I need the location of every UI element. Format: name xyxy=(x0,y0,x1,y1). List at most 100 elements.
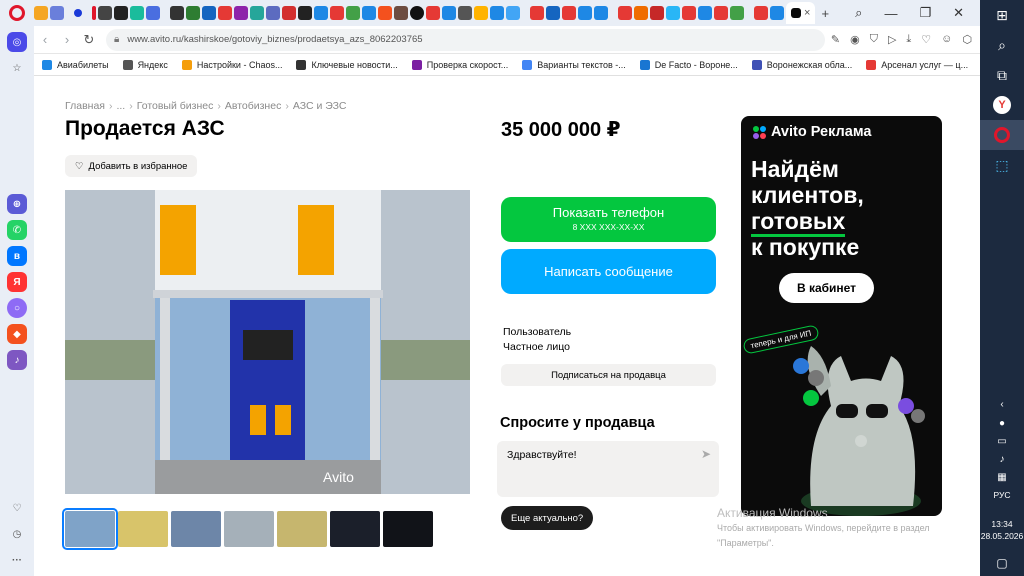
shield-icon[interactable]: ⛉ xyxy=(870,33,878,46)
tab-icon[interactable] xyxy=(578,6,592,20)
tab-icon[interactable] xyxy=(730,6,744,20)
tab-icon[interactable] xyxy=(234,6,248,20)
tab-icon[interactable] xyxy=(650,6,664,20)
tab-icon[interactable] xyxy=(474,6,488,20)
close-button[interactable]: ✕ xyxy=(953,5,964,21)
extensions-icon[interactable]: ⬡ xyxy=(962,33,972,46)
snipping-tool-icon[interactable]: ⬚ xyxy=(980,150,1024,180)
tab-icon[interactable] xyxy=(98,6,112,20)
tab-icon[interactable] xyxy=(458,6,472,20)
bookmark-item[interactable]: Арсенал услуг — ц... xyxy=(866,59,968,70)
display-icon[interactable]: ▭ xyxy=(980,432,1024,450)
bookmark-item[interactable]: Настройки - Chaos... xyxy=(181,59,282,70)
thumbnail[interactable] xyxy=(62,508,118,550)
ask-message-input[interactable]: Здравствуйте! ➤ xyxy=(497,441,719,497)
tab-icon[interactable] xyxy=(114,6,128,20)
close-tab-icon[interactable]: × xyxy=(804,7,810,19)
alice-icon[interactable]: ○ xyxy=(7,298,27,318)
seller-name[interactable]: Пользователь xyxy=(503,325,571,340)
volume-icon[interactable]: ♪ xyxy=(980,450,1024,468)
quick-reply-button[interactable]: Еще актуально? xyxy=(501,506,594,530)
bookmark-item[interactable]: Ключевые новости... xyxy=(296,59,398,70)
tab-icon[interactable] xyxy=(634,6,648,20)
tray-app-icon[interactable]: ● xyxy=(980,414,1024,432)
bookmark-item[interactable]: De Facto - Вороне... xyxy=(639,59,738,70)
tab-icon[interactable] xyxy=(530,6,544,20)
breadcrumb-ellipsis[interactable]: ... xyxy=(116,100,125,112)
opera-taskbar-icon[interactable] xyxy=(980,120,1024,150)
active-tab[interactable]: × xyxy=(786,2,816,24)
camera-icon[interactable]: ◉ xyxy=(850,33,860,46)
network-icon[interactable]: ▦ xyxy=(980,468,1024,486)
tab-icon[interactable] xyxy=(266,6,280,20)
thumbnail[interactable] xyxy=(277,511,327,547)
tab-icon[interactable] xyxy=(394,6,408,20)
breadcrumb-ready-business[interactable]: Готовый бизнес xyxy=(137,100,214,112)
tab-icon[interactable] xyxy=(346,6,360,20)
app-icon[interactable]: ◆ xyxy=(7,324,27,344)
new-tab-button[interactable]: + xyxy=(821,6,829,21)
bookmark-item[interactable]: Авиабилеты xyxy=(42,59,109,70)
restore-button[interactable]: ❐ xyxy=(919,5,931,21)
tab-icon[interactable] xyxy=(202,6,216,20)
speed-dial-icon[interactable]: ☆ xyxy=(7,58,27,78)
tray-expand-icon[interactable]: ‹ xyxy=(980,394,1024,414)
aria-icon[interactable]: ⊕ xyxy=(7,194,27,214)
tab-icon[interactable] xyxy=(218,6,232,20)
whatsapp-icon[interactable]: ✆ xyxy=(7,220,27,240)
tab-icon[interactable] xyxy=(298,6,312,20)
tab-icon[interactable] xyxy=(34,6,48,20)
tab-icon[interactable] xyxy=(314,6,328,20)
send-icon[interactable]: ▷ xyxy=(888,33,896,46)
bookmark-item[interactable]: Варианты текстов -... xyxy=(522,59,626,70)
thumbnail[interactable] xyxy=(171,511,221,547)
tab-icon[interactable] xyxy=(330,6,344,20)
tab-icon[interactable] xyxy=(186,6,200,20)
reload-icon[interactable]: ↻ xyxy=(78,32,100,48)
thumbnail[interactable] xyxy=(118,511,168,547)
notifications-icon[interactable]: ▢ xyxy=(996,556,1007,570)
account-icon[interactable]: ☺ xyxy=(941,33,952,46)
url-field[interactable]: 🔒︎ www.avito.ru/kashirskoe/gotoviy_bizne… xyxy=(106,28,825,51)
opera-ai-icon[interactable]: ◎ xyxy=(7,32,27,52)
tab-icon[interactable] xyxy=(74,9,82,17)
music-icon[interactable]: ♪ xyxy=(7,350,27,370)
show-phone-button[interactable]: Показать телефон 8 XXX XXX-XX-XX xyxy=(501,197,716,242)
tab-icon[interactable] xyxy=(562,6,576,20)
tab-icon[interactable] xyxy=(92,6,96,20)
tab-icon[interactable] xyxy=(770,6,784,20)
tab-icon[interactable] xyxy=(362,6,376,20)
tab-icon[interactable] xyxy=(146,6,160,20)
search-tabs-icon[interactable]: ⌕ xyxy=(855,5,862,21)
tab-icon[interactable] xyxy=(282,6,296,20)
tab-icon[interactable] xyxy=(170,6,184,20)
clock[interactable]: 13:34 28.05.2026 xyxy=(980,518,1024,542)
forward-icon[interactable]: › xyxy=(56,32,78,47)
tab-icon[interactable] xyxy=(506,6,520,20)
bookmark-icon[interactable]: ♡ xyxy=(921,33,931,46)
breadcrumb-gas-stations[interactable]: АЗС и ЭЗС xyxy=(293,100,347,112)
add-to-favorites-button[interactable]: ♡ Добавить в избранное xyxy=(65,155,198,177)
download-icon[interactable]: ⤓ xyxy=(906,33,911,46)
language-indicator[interactable]: РУС xyxy=(980,490,1024,500)
thumbnail[interactable] xyxy=(383,511,433,547)
ad-cta-button[interactable]: В кабинет xyxy=(779,273,874,303)
tab-icon[interactable] xyxy=(546,6,560,20)
history-icon[interactable]: ◷ xyxy=(7,524,27,544)
lock-icon[interactable]: 🔒︎ xyxy=(114,34,119,45)
opera-menu-button[interactable] xyxy=(0,0,34,26)
bookmark-item[interactable]: Проверка скорост... xyxy=(411,59,508,70)
write-message-button[interactable]: Написать сообщение xyxy=(501,249,716,294)
tab-icon[interactable] xyxy=(442,6,456,20)
breadcrumb-home[interactable]: Главная xyxy=(65,100,105,112)
tab-icon[interactable] xyxy=(698,6,712,20)
yandex-icon[interactable]: Я xyxy=(7,272,27,292)
task-view-icon[interactable]: ⧉ xyxy=(980,60,1024,90)
search-icon[interactable]: ⌕ xyxy=(980,30,1024,60)
minimize-button[interactable]: — xyxy=(884,6,897,21)
edit-icon[interactable]: ✎ xyxy=(831,33,840,46)
tab-icon[interactable] xyxy=(130,6,144,20)
bookmark-item[interactable]: Яндекс xyxy=(122,59,168,70)
subscribe-seller-button[interactable]: Подписаться на продавца xyxy=(501,364,716,386)
thumbnail[interactable] xyxy=(330,511,380,547)
